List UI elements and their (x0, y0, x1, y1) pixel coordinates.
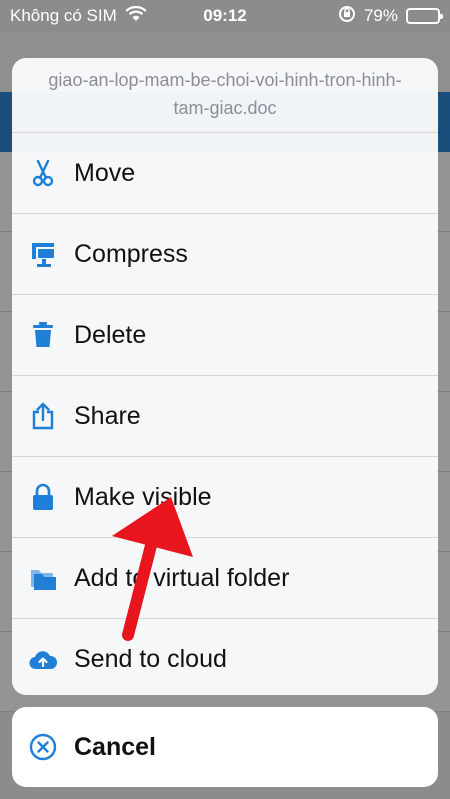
action-make-visible[interactable]: Make visible (12, 457, 438, 538)
action-label: Make visible (74, 482, 212, 511)
action-label: Delete (74, 320, 147, 349)
carrier-label: Không có SIM (10, 6, 117, 25)
action-send-to-cloud[interactable]: Send to cloud (12, 619, 438, 695)
action-add-to-virtual-folder[interactable]: Add to virtual folder (12, 538, 438, 619)
folder-icon (28, 563, 58, 593)
rotation-lock-icon (338, 5, 356, 28)
action-label: Add to virtual folder (74, 563, 290, 592)
wifi-icon (125, 5, 147, 27)
action-label: Move (74, 158, 136, 187)
action-delete[interactable]: Delete (12, 295, 438, 376)
action-sheet-title: giao-an-lop-mam-be-choi-voi-hinh-tron-hi… (12, 58, 438, 133)
action-label: Share (74, 401, 141, 430)
action-sheet: giao-an-lop-mam-be-choi-voi-hinh-tron-hi… (12, 58, 438, 695)
action-move[interactable]: Move (12, 133, 438, 214)
close-circle-icon (28, 732, 58, 762)
share-icon (28, 401, 58, 431)
compress-icon (28, 239, 58, 269)
cancel-button[interactable]: Cancel (12, 707, 438, 787)
lock-icon (28, 482, 58, 512)
battery-icon (406, 8, 443, 24)
cancel-label: Cancel (74, 732, 156, 761)
trash-icon (28, 320, 58, 350)
status-bar: Không có SIM 09:12 79% (0, 0, 450, 32)
scissors-icon (28, 158, 58, 188)
action-compress[interactable]: Compress (12, 214, 438, 295)
battery-percent: 79% (363, 6, 398, 25)
action-label: Send to cloud (74, 645, 227, 673)
action-label: Compress (74, 239, 188, 268)
action-share[interactable]: Share (12, 376, 438, 457)
cloud-upload-icon (28, 645, 58, 675)
